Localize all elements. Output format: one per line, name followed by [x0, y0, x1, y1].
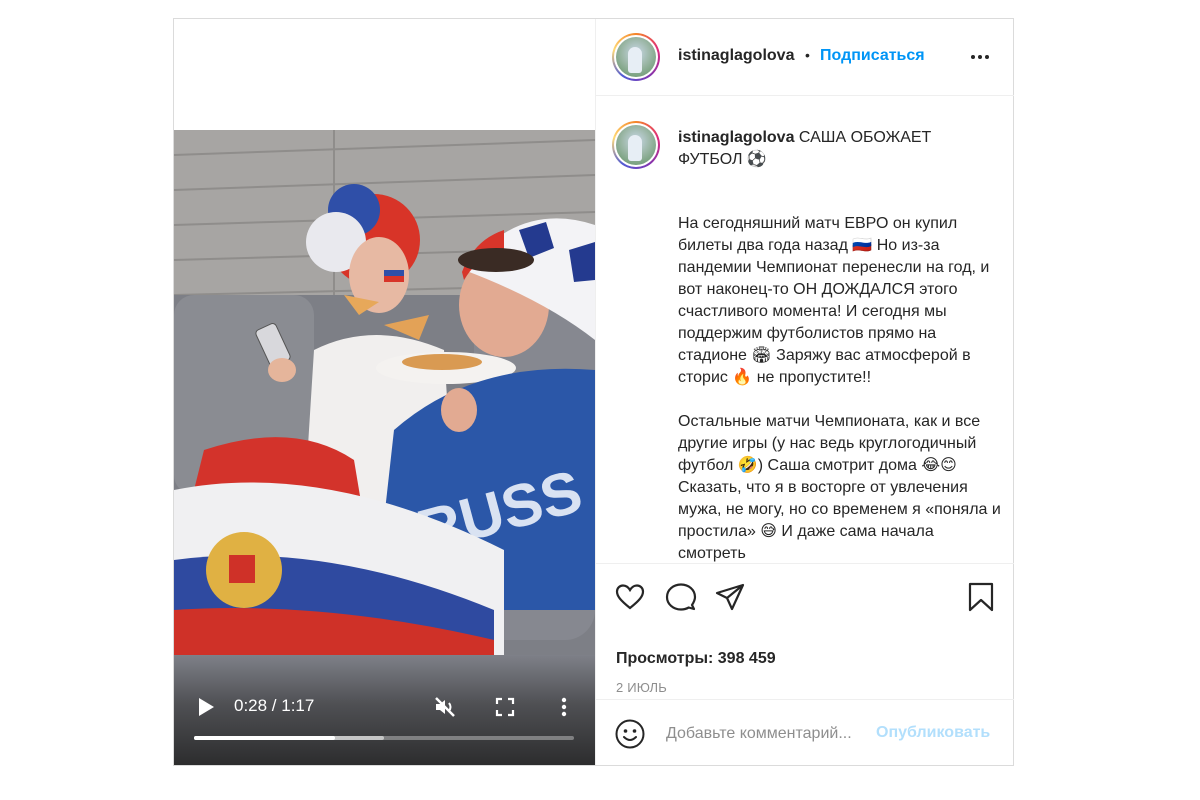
comment-input[interactable]	[666, 722, 872, 746]
bookmark-icon[interactable]	[965, 581, 997, 613]
header-separator: •	[805, 47, 810, 63]
mute-icon[interactable]	[433, 695, 457, 719]
publish-button[interactable]: Опубликовать	[876, 724, 990, 742]
more-horizontal-icon[interactable]	[968, 45, 992, 69]
post-media: RUSS 0:28 / 1:17	[174, 19, 595, 765]
post-header: istinaglagolova • Подписаться	[596, 19, 1014, 96]
caption-avatar[interactable]	[612, 121, 660, 169]
more-vertical-icon[interactable]	[552, 695, 576, 719]
video-time: 0:28 / 1:17	[234, 696, 315, 715]
comment-icon[interactable]	[665, 581, 697, 613]
header-username[interactable]: istinaglagolova	[678, 47, 794, 65]
share-icon[interactable]	[714, 581, 746, 613]
caption-username[interactable]: istinaglagolova	[678, 129, 794, 146]
video-progress-bar[interactable]	[194, 736, 574, 740]
caption-scroll-area[interactable]: istinaglagolova САША ОБОЖАЕТ ФУТБОЛ ⚽ На…	[596, 97, 1014, 563]
fullscreen-icon[interactable]	[493, 695, 517, 719]
comment-row: Опубликовать	[596, 699, 1014, 765]
video-player[interactable]: RUSS 0:28 / 1:17	[174, 130, 595, 765]
follow-button[interactable]: Подписаться	[820, 47, 925, 65]
views-count: Просмотры: 398 459	[616, 650, 776, 667]
caption-body: На сегодняшний матч ЕВРО он купил билеты…	[678, 215, 1001, 562]
avatar[interactable]	[612, 33, 660, 81]
post-card: RUSS 0:28 / 1:17 istinaglagolova • Подпи…	[173, 18, 1014, 766]
post-date[interactable]: 2 ИЮЛЬ	[616, 680, 667, 695]
video-controls: 0:28 / 1:17	[174, 655, 595, 765]
heart-icon[interactable]	[614, 581, 646, 613]
smiley-icon[interactable]	[614, 718, 646, 750]
caption-headline-block: istinaglagolova САША ОБОЖАЕТ ФУТБОЛ ⚽	[678, 127, 998, 171]
post-side-panel: istinaglagolova • Подписаться istinaglag…	[595, 19, 1014, 765]
play-icon[interactable]	[196, 696, 216, 718]
video-played	[194, 736, 335, 740]
post-actions: Просмотры: 398 459 2 ИЮЛЬ	[596, 563, 1014, 699]
